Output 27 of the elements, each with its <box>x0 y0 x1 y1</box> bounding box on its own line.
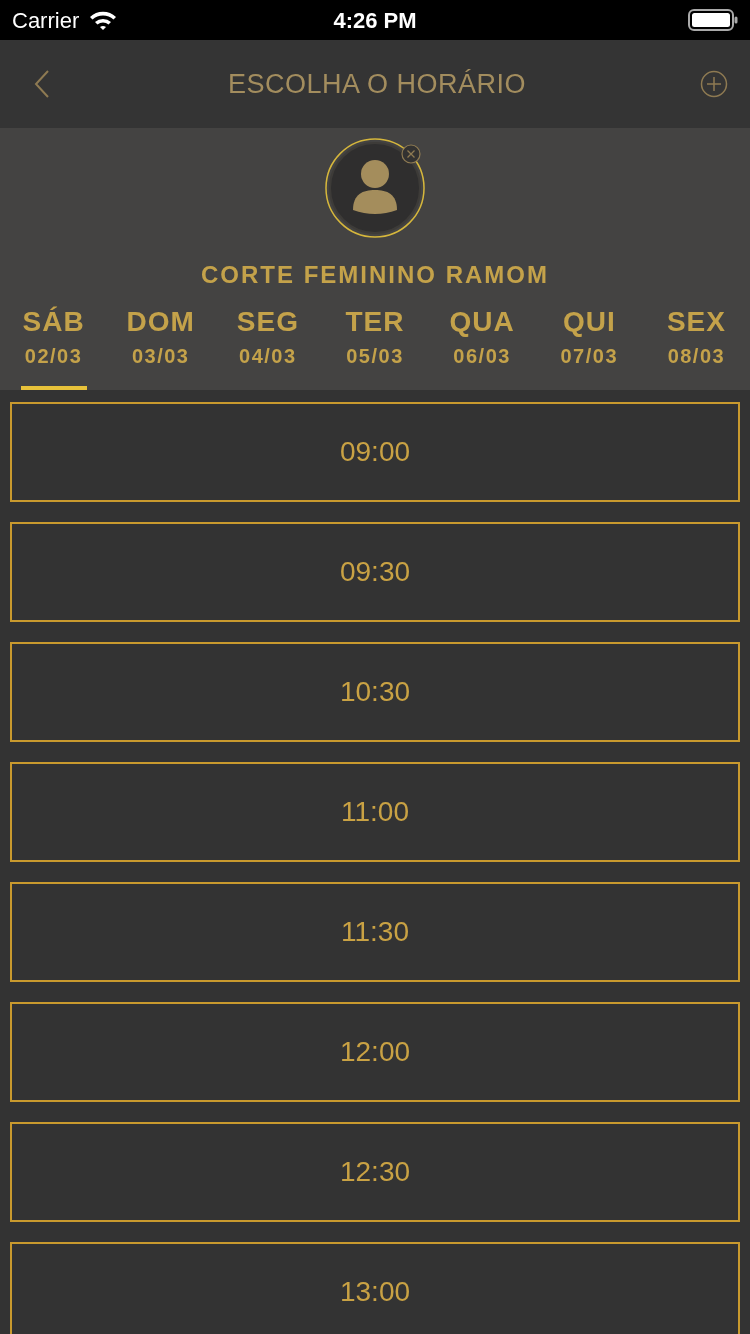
time-slot-button[interactable]: 11:00 <box>10 762 740 862</box>
time-slot-button[interactable]: 12:00 <box>10 1002 740 1102</box>
service-name: CORTE FEMININO RAMOM <box>201 260 549 290</box>
day-tab[interactable]: TER 05/03 <box>321 300 429 390</box>
day-tab[interactable]: QUI 07/03 <box>535 300 643 390</box>
battery-icon <box>688 9 738 31</box>
day-tab[interactable]: QUA 06/03 <box>428 300 536 390</box>
time-slot-button[interactable]: 09:30 <box>10 522 740 622</box>
add-circle-icon <box>700 70 728 98</box>
close-icon <box>401 144 421 164</box>
remove-button[interactable] <box>401 144 421 164</box>
page-title: ESCOLHA O HORÁRIO <box>227 67 527 101</box>
time-slot-button[interactable]: 10:30 <box>10 642 740 742</box>
back-chevron-icon <box>34 69 50 99</box>
carrier-label: Carrier <box>12 6 80 35</box>
wifi-icon <box>89 10 118 30</box>
day-tab[interactable]: SEX 08/03 <box>642 300 750 390</box>
time-slot-button[interactable]: 09:00 <box>10 402 740 502</box>
clock-time: 4:26 PM <box>333 6 417 35</box>
day-tab[interactable]: DOM 03/03 <box>107 300 215 390</box>
time-slot-button[interactable]: 12:30 <box>10 1122 740 1222</box>
day-tab[interactable]: SÁB 02/03 <box>0 300 108 390</box>
avatar-icon <box>325 138 425 238</box>
add-button[interactable] <box>700 70 728 98</box>
day-tab[interactable]: SEG 04/03 <box>214 300 322 390</box>
time-slot-button[interactable]: 13:00 <box>10 1242 740 1334</box>
time-slot-button[interactable]: 11:30 <box>10 882 740 982</box>
